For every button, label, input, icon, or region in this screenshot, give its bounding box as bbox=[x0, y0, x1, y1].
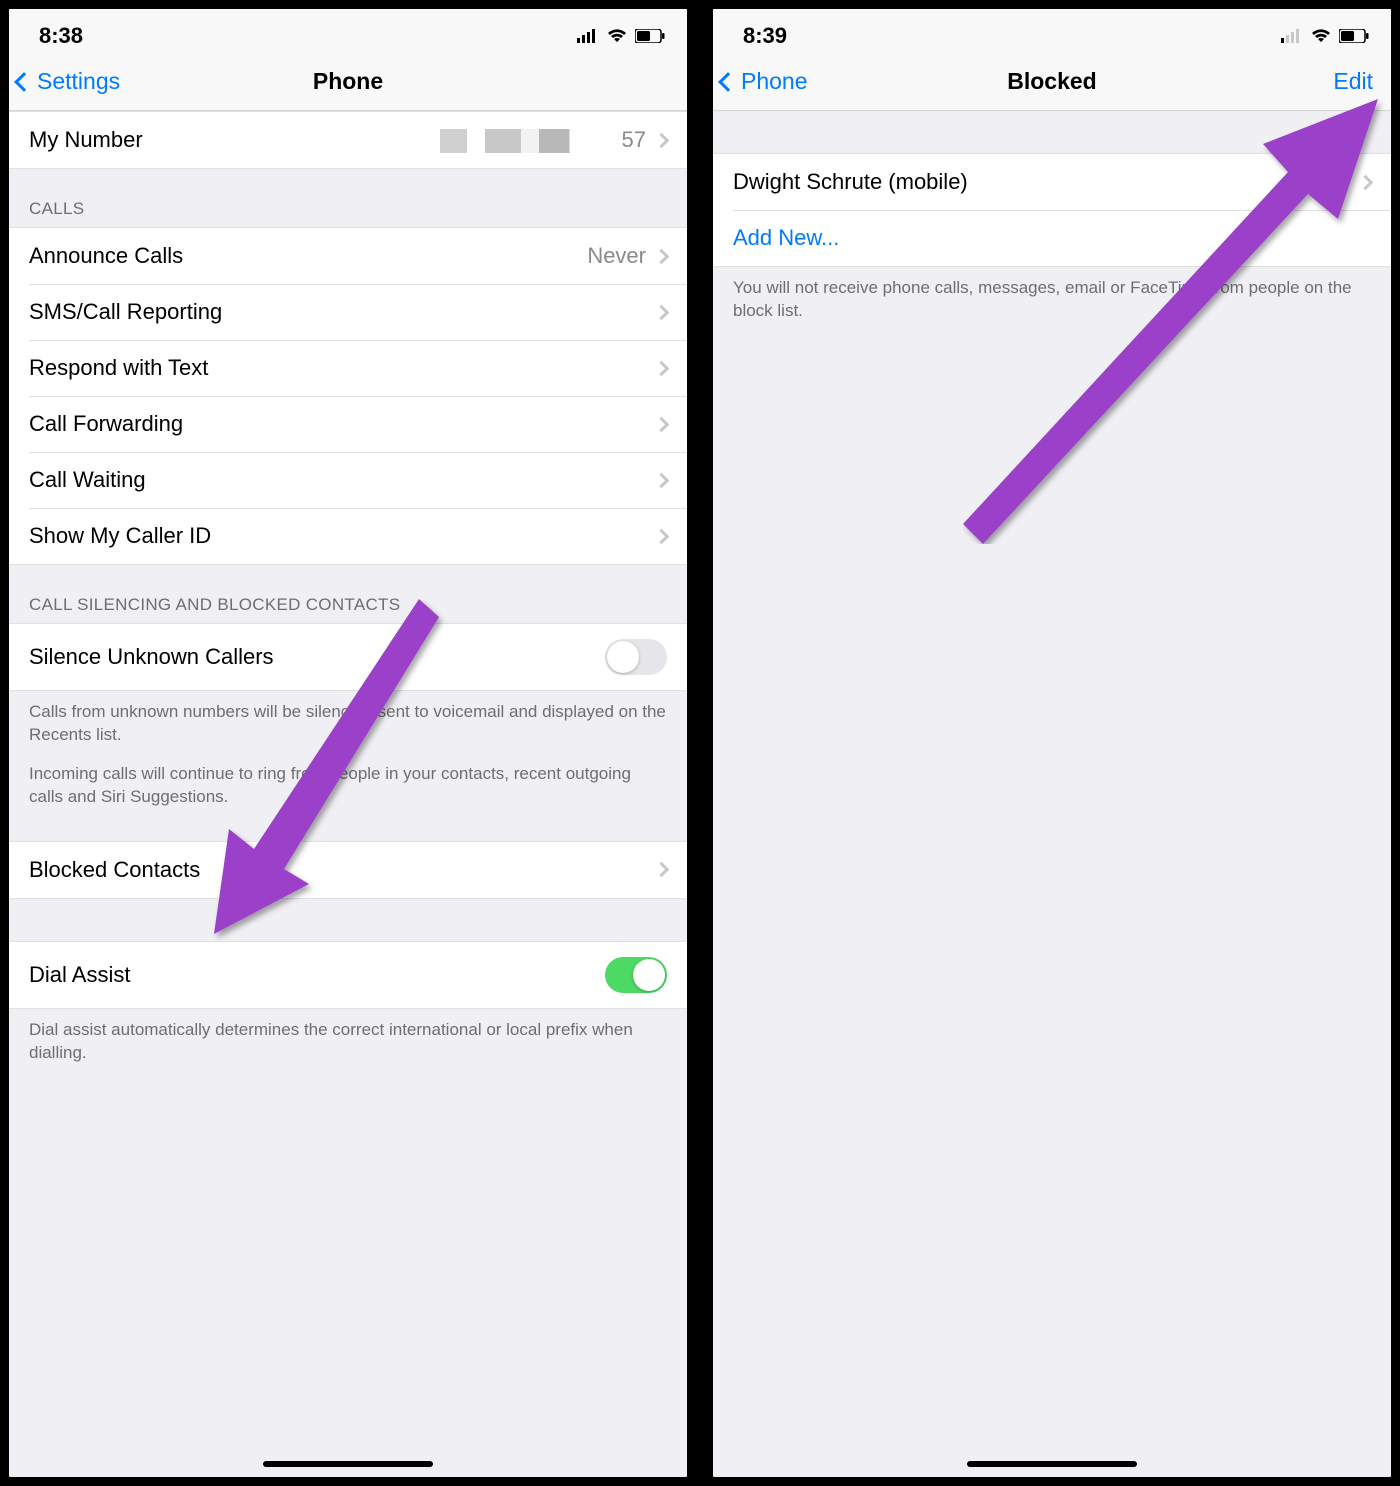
respond-text-row[interactable]: Respond with Text bbox=[9, 340, 687, 396]
my-number-section: My Number 57 bbox=[9, 111, 687, 169]
call-waiting-row[interactable]: Call Waiting bbox=[9, 452, 687, 508]
calls-list: Announce Calls Never SMS/Call Reporting … bbox=[9, 227, 687, 565]
my-number-value: 57 bbox=[440, 127, 646, 153]
blocked-contacts-row[interactable]: Blocked Contacts bbox=[9, 842, 687, 898]
nav-bar: Settings Phone bbox=[9, 53, 687, 111]
blocked-contact-row[interactable]: Dwight Schrute (mobile) bbox=[713, 154, 1391, 210]
dial-assist-toggle[interactable] bbox=[605, 957, 667, 993]
calls-header: CALLS bbox=[9, 169, 687, 227]
back-label: Settings bbox=[37, 68, 120, 95]
chevron-right-icon bbox=[654, 248, 670, 264]
announce-calls-row[interactable]: Announce Calls Never bbox=[9, 228, 687, 284]
chevron-right-icon bbox=[654, 304, 670, 320]
dial-assist-list: Dial Assist bbox=[9, 941, 687, 1009]
chevron-right-icon bbox=[654, 528, 670, 544]
status-icons bbox=[1281, 29, 1369, 43]
silence-unknown-list: Silence Unknown Callers bbox=[9, 623, 687, 691]
back-label: Phone bbox=[741, 68, 808, 95]
battery-icon bbox=[1339, 29, 1369, 43]
show-caller-id-row[interactable]: Show My Caller ID bbox=[9, 508, 687, 564]
back-button[interactable]: Settings bbox=[17, 68, 120, 95]
chevron-right-icon bbox=[654, 862, 670, 878]
chevron-right-icon bbox=[654, 132, 670, 148]
silence-footer-2: Incoming calls will continue to ring fro… bbox=[9, 753, 687, 815]
nav-title: Blocked bbox=[1007, 68, 1096, 95]
nav-bar: Phone Blocked Edit bbox=[713, 53, 1391, 111]
silence-unknown-toggle[interactable] bbox=[605, 639, 667, 675]
silence-footer-1: Calls from unknown numbers will be silen… bbox=[9, 691, 687, 753]
edit-button[interactable]: Edit bbox=[1333, 68, 1373, 95]
battery-icon bbox=[635, 29, 665, 43]
status-time: 8:38 bbox=[39, 23, 83, 49]
home-indicator bbox=[263, 1461, 433, 1467]
blocked-contacts-list: Blocked Contacts bbox=[9, 841, 687, 899]
chevron-right-icon bbox=[654, 416, 670, 432]
my-number-row[interactable]: My Number 57 bbox=[9, 112, 687, 168]
redacted-number bbox=[440, 129, 620, 153]
status-bar: 8:38 bbox=[9, 9, 687, 53]
dial-assist-footer: Dial assist automatically determines the… bbox=[9, 1009, 687, 1071]
silencing-header: CALL SILENCING AND BLOCKED CONTACTS bbox=[9, 565, 687, 623]
add-new-row[interactable]: Add New... bbox=[713, 210, 1391, 266]
dial-assist-row: Dial Assist bbox=[9, 942, 687, 1008]
back-button[interactable]: Phone bbox=[721, 68, 808, 95]
my-number-label: My Number bbox=[29, 127, 440, 153]
right-screenshot: 8:39 Phone Blocked Edit Dwight Schrute (… bbox=[712, 8, 1392, 1478]
chevron-back-icon bbox=[718, 72, 738, 92]
wifi-icon bbox=[1311, 29, 1331, 43]
chevron-back-icon bbox=[14, 72, 34, 92]
home-indicator bbox=[967, 1461, 1137, 1467]
left-screenshot: 8:38 Settings Phone My Number 57 CALLS A… bbox=[8, 8, 688, 1478]
sms-reporting-row[interactable]: SMS/Call Reporting bbox=[9, 284, 687, 340]
cellular-icon bbox=[1281, 29, 1303, 43]
chevron-right-icon bbox=[654, 360, 670, 376]
status-icons bbox=[577, 29, 665, 43]
call-forwarding-row[interactable]: Call Forwarding bbox=[9, 396, 687, 452]
cellular-icon bbox=[577, 29, 599, 43]
nav-title: Phone bbox=[313, 68, 383, 95]
silence-unknown-row: Silence Unknown Callers bbox=[9, 624, 687, 690]
status-time: 8:39 bbox=[743, 23, 787, 49]
status-bar: 8:39 bbox=[713, 9, 1391, 53]
chevron-right-icon bbox=[1358, 174, 1374, 190]
chevron-right-icon bbox=[654, 472, 670, 488]
blocked-footer: You will not receive phone calls, messag… bbox=[713, 267, 1391, 329]
blocked-list: Dwight Schrute (mobile) Add New... bbox=[713, 153, 1391, 267]
wifi-icon bbox=[607, 29, 627, 43]
